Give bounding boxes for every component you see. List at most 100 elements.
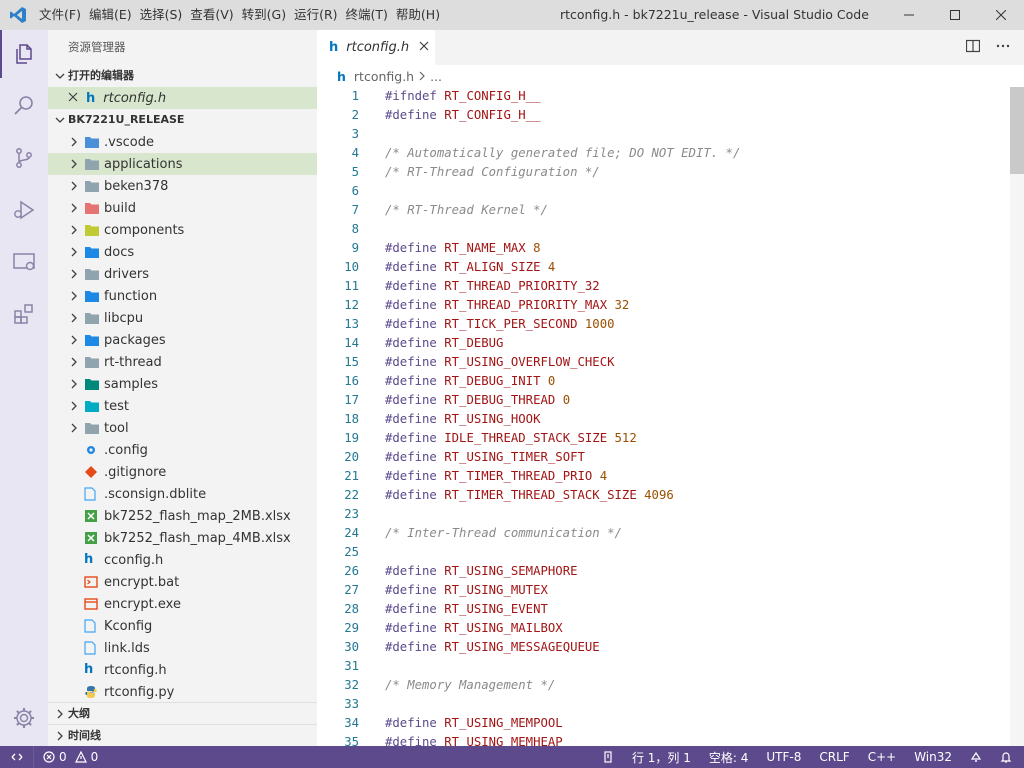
tree-folder-drivers[interactable]: drivers [48,263,317,285]
run-debug-activity-button[interactable] [0,186,48,234]
tree-file[interactable]: .sconsign.dblite [48,483,317,505]
git-file-icon [84,464,104,480]
folder-icon [84,310,104,326]
minimize-button[interactable] [886,0,932,30]
code-editor[interactable]: 1 #ifndef RT_CONFIG_H__ 2 #define RT_CONFIG… [317,87,1007,746]
tree-folder-vscode[interactable]: .vscode [48,131,317,153]
tree-file[interactable]: h cconfig.h [48,549,317,571]
tree-folder-function[interactable]: function [48,285,317,307]
line-number: 24 [344,526,359,540]
maximize-button[interactable] [932,0,978,30]
tree-file[interactable]: bk7252_flash_map_4MB.xlsx [48,527,317,549]
cursor-position[interactable]: 行 1，列 1 [623,749,700,766]
token: #define [385,735,437,746]
search-icon [14,96,33,115]
tree-file[interactable]: .gitignore [48,461,317,483]
language-mode[interactable]: C++ [859,750,906,764]
tree-folder-docs[interactable]: docs [48,241,317,263]
line-number: 16 [344,374,359,388]
notifications-button[interactable] [991,751,1024,763]
tree-file[interactable]: encrypt.bat [48,571,317,593]
line-number: 17 [344,393,359,407]
tree-file[interactable]: encrypt.exe [48,593,317,615]
outline-header[interactable]: 大纲 [48,702,317,724]
code-line: 18 #define RT_USING_HOOK [317,410,1007,429]
tree-folder-components[interactable]: components [48,219,317,241]
code-line: 19 #define IDLE_THREAD_STACK_SIZE 512 [317,429,1007,448]
menu-go[interactable]: 转到(G) [238,0,290,30]
error-icon [43,751,55,763]
tree-file[interactable]: bk7252_flash_map_2MB.xlsx [48,505,317,527]
token: RT_USING_HOOK [444,412,541,426]
feedback-button[interactable] [961,751,991,763]
tree-file[interactable]: link.lds [48,637,317,659]
menu-file[interactable]: 文件(F) [35,0,85,30]
problems-indicator[interactable]: 0 0 [34,750,107,764]
tree-file[interactable]: Kconfig [48,615,317,637]
timeline-header[interactable]: 时间线 [48,724,317,746]
menu-terminal[interactable]: 终端(T) [342,0,392,30]
tab-rtconfig[interactable]: h rtconfig.h [317,30,435,65]
menu-selection[interactable]: 选择(S) [136,0,187,30]
remote-explorer-activity-button[interactable] [0,238,48,286]
tree-folder-tool[interactable]: tool [48,417,317,439]
line-text: /* RT-Thread Kernel */ [385,201,548,220]
token: 0 [547,374,556,388]
scrollbar-thumb[interactable] [1010,87,1024,174]
tree-folder-rt-thread[interactable]: rt-thread [48,351,317,373]
manage-activity-button[interactable] [0,694,48,742]
indentation[interactable]: 空格: 4 [700,749,758,766]
token: 8 [533,241,541,255]
search-activity-button[interactable] [0,82,48,130]
encoding[interactable]: UTF-8 [757,750,810,764]
tree-folder-test[interactable]: test [48,395,317,417]
line-number: 3 [351,127,359,141]
end-of-line[interactable]: CRLF [810,750,858,764]
sync-status[interactable] [593,751,623,763]
source-control-activity-button[interactable] [0,134,48,182]
more-actions-icon[interactable] [996,39,1010,57]
tree-folder-samples[interactable]: samples [48,373,317,395]
tree-folder-applications[interactable]: applications [48,153,317,175]
menu-edit[interactable]: 编辑(E) [85,0,136,30]
line-text: #define RT_USING_MUTEX [385,581,548,600]
menu-view[interactable]: 查看(V) [186,0,237,30]
tree-folder-build[interactable]: build [48,197,317,219]
editor-scrollbar[interactable] [1010,87,1024,746]
tab-label: rtconfig.h [346,40,410,55]
breadcrumb-more[interactable]: ... [430,69,442,84]
split-editor-icon[interactable] [965,39,981,57]
tree-folder-libcpu[interactable]: libcpu [48,307,317,329]
menu-run[interactable]: 运行(R) [290,0,341,30]
menu-help[interactable]: 帮助(H) [392,0,444,30]
open-editor-item[interactable]: h rtconfig.h [48,87,317,109]
line-number: 6 [351,184,359,198]
platform[interactable]: Win32 [905,750,961,764]
tree-item-label: .gitignore [104,464,167,480]
chevron-right-icon [66,401,82,411]
tree-folder-beken378[interactable]: beken378 [48,175,317,197]
tree-file[interactable]: .config [48,439,317,461]
line-number: 2 [351,108,359,122]
tree-folder-packages[interactable]: packages [48,329,317,351]
line-number: 28 [344,602,359,616]
line-text: #define RT_USING_MESSAGEQUEUE [385,638,600,657]
tree-file[interactable]: rtconfig.py [48,681,317,703]
close-tab-icon[interactable] [419,40,429,55]
open-editors-header[interactable]: 打开的编辑器 [48,65,317,87]
close-window-button[interactable] [978,0,1024,30]
editor-area: h rtconfig.h h rtconfig.h ... 1 #ifndef R… [317,30,1024,746]
token: RT_USING_MEMHEAP [444,735,563,746]
breadcrumb-file[interactable]: rtconfig.h [354,69,414,84]
project-header[interactable]: BK7221U_RELEASE [48,109,317,131]
chevron-right-icon [66,423,82,433]
line-number: 8 [351,222,359,236]
excel-file-icon [84,530,104,546]
line-number: 7 [351,203,359,217]
close-editor-icon[interactable] [68,91,78,106]
line-number: 31 [344,659,359,673]
explorer-activity-button[interactable] [0,30,48,78]
remote-indicator[interactable] [0,746,34,768]
extensions-activity-button[interactable] [0,290,48,338]
tree-file[interactable]: h rtconfig.h [48,659,317,681]
